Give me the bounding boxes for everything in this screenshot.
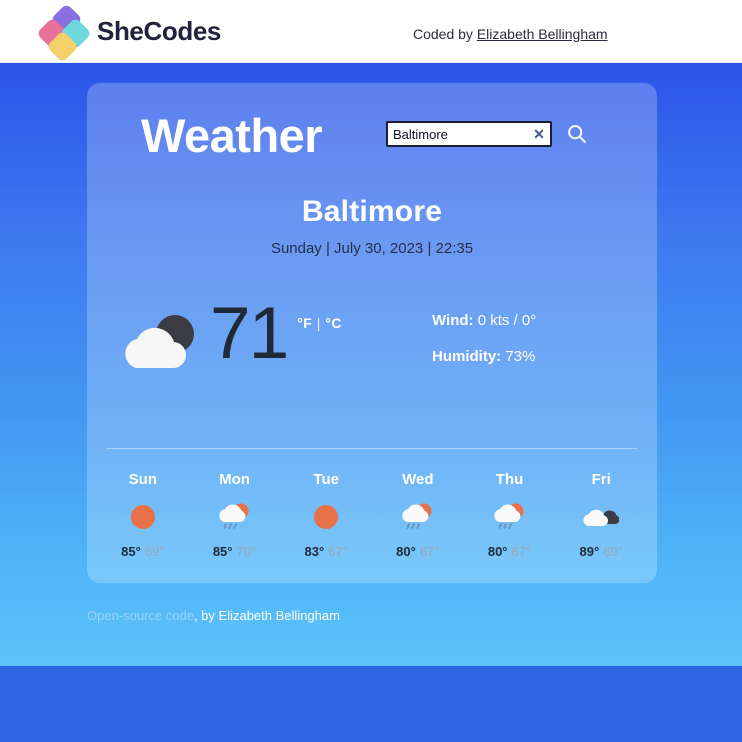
- footer-author-text: , by Elizabeth Bellingham: [193, 608, 340, 623]
- bottom-color-band: [0, 666, 742, 742]
- forecast-max: 85°: [212, 544, 233, 559]
- forecast-day: Wed 80° 67°: [372, 471, 464, 559]
- forecast-temps: 80° 67°: [372, 544, 464, 559]
- rain-sun-icon: [464, 500, 556, 534]
- forecast-day-name: Thu: [495, 471, 524, 488]
- forecast-temps: 83° 67°: [280, 544, 372, 559]
- forecast-temps: 89° 69°: [555, 544, 647, 559]
- credit-text: Coded by Elizabeth Bellingham: [413, 26, 608, 42]
- brand-logo[interactable]: SheCodes: [36, 3, 221, 63]
- search-input[interactable]: [386, 121, 552, 147]
- open-source-code-link[interactable]: Open-source code: [87, 608, 194, 623]
- forecast-min: 69°: [144, 544, 165, 559]
- forecast-day: Mon 85° 70°: [189, 471, 281, 559]
- forecast-max: 85°: [121, 544, 141, 559]
- clear-search-button[interactable]: ✕: [532, 125, 546, 143]
- humidity-stat: Humidity: 73%: [432, 348, 536, 365]
- search-icon[interactable]: [566, 123, 588, 145]
- night-cloudy-icon: [120, 312, 202, 379]
- wind-stat: Wind: 0 kts / 0°: [432, 312, 536, 329]
- forecast-day-name: Wed: [402, 471, 434, 488]
- forecast-temps: 85° 69°: [97, 544, 189, 559]
- footer: Open-source code, by Elizabeth Bellingha…: [87, 608, 340, 623]
- shecodes-diamonds-logo-icon: [36, 3, 92, 63]
- current-temperature-value: 71: [210, 293, 289, 374]
- forecast-day-name: Mon: [219, 471, 250, 488]
- forecast-day-name: Tue: [313, 471, 339, 488]
- current-conditions-row: 71 °F | °C Wind: 0 kts / 0° Humidity: 73…: [87, 287, 657, 417]
- forecast-min: 69°: [603, 544, 623, 559]
- temperature-unit-toggle[interactable]: °F | °C: [297, 315, 342, 331]
- rain-sun-icon: [189, 500, 281, 534]
- page-title: Weather: [141, 109, 323, 162]
- humidity-label: Humidity:: [432, 348, 502, 365]
- unit-fahrenheit[interactable]: °F: [297, 315, 312, 331]
- forecast-min: 67°: [511, 544, 532, 559]
- forecast-day-name: Fri: [591, 471, 611, 488]
- wind-label: Wind:: [432, 312, 474, 329]
- rain-sun-icon: [372, 500, 464, 534]
- credit-author-link[interactable]: Elizabeth Bellingham: [477, 26, 608, 42]
- credit-prefix: Coded by: [413, 26, 477, 42]
- unit-separator: |: [312, 315, 326, 331]
- wind-value: 0 kts / 0°: [477, 312, 537, 329]
- weather-card: Weather ✕ Baltimore Sunday | July 30, 20…: [87, 83, 657, 583]
- forecast-day: Tue 83° 67°: [280, 471, 372, 559]
- forecast-day-name: Sun: [128, 471, 157, 488]
- sun-icon: [280, 500, 372, 534]
- cloudy-dark-icon: [555, 500, 647, 534]
- forecast-max: 89°: [579, 544, 600, 559]
- forecast-day: Sun 85° 69°: [97, 471, 189, 559]
- forecast-min: 70°: [236, 544, 257, 559]
- card-header: Weather ✕: [87, 83, 657, 173]
- forecast-day: Fri 89° 69°: [555, 471, 647, 559]
- forecast-row: Sun 85° 69° Mon 85° 70° Tue 83° 67° Wed …: [97, 471, 647, 559]
- current-stats: Wind: 0 kts / 0° Humidity: 73%: [432, 312, 536, 384]
- forecast-temps: 85° 70°: [189, 544, 281, 559]
- forecast-max: 83°: [304, 544, 325, 559]
- unit-celsius[interactable]: °C: [325, 315, 342, 331]
- top-navbar: SheCodes Coded by Elizabeth Bellingham: [0, 0, 742, 63]
- section-divider: [107, 448, 637, 449]
- forecast-max: 80°: [487, 544, 508, 559]
- humidity-value: 73%: [505, 348, 536, 365]
- current-temperature-block: 71 °F | °C: [210, 297, 342, 370]
- current-datetime: Sunday | July 30, 2023 | 22:35: [270, 240, 474, 257]
- forecast-max: 80°: [396, 544, 416, 559]
- forecast-min: 67°: [328, 544, 348, 559]
- brand-name: SheCodes: [97, 15, 221, 46]
- search-area: ✕: [386, 121, 588, 147]
- search-field-wrapper: ✕: [386, 121, 552, 147]
- sun-icon: [97, 500, 189, 534]
- forecast-temps: 80° 67°: [464, 544, 556, 559]
- forecast-min: 67°: [419, 544, 440, 559]
- forecast-day: Thu 80° 67°: [464, 471, 556, 559]
- current-city-name: Baltimore: [301, 195, 443, 228]
